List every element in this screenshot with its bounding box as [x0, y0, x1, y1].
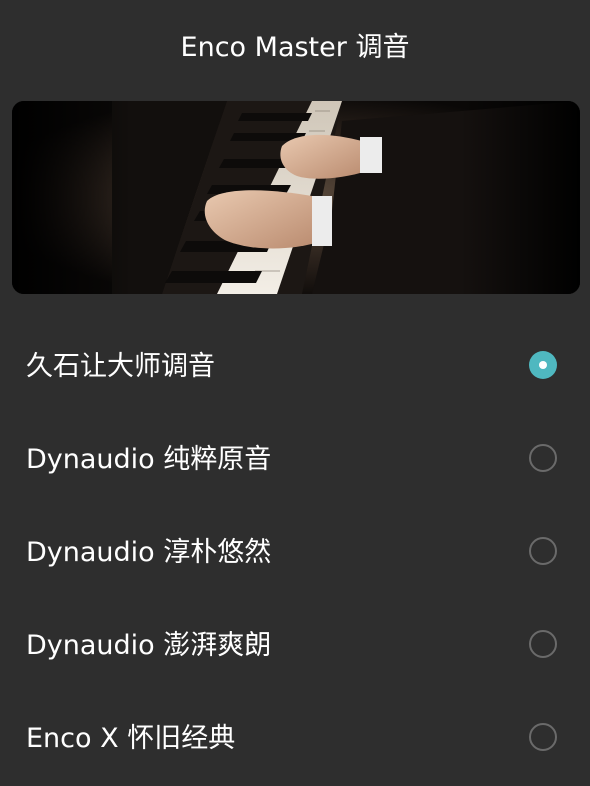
- page-title: Enco Master 调音: [180, 32, 410, 63]
- radio-unselected-icon[interactable]: [529, 723, 557, 751]
- option-label: Dynaudio 澎湃爽朗: [26, 630, 272, 661]
- option-dynaudio-bold[interactable]: Dynaudio 澎湃爽朗: [0, 599, 590, 692]
- option-dynaudio-pure[interactable]: Dynaudio 纯粹原音: [0, 413, 590, 506]
- radio-dot: [539, 361, 547, 369]
- option-enco-x-classic[interactable]: Enco X 怀旧经典: [0, 692, 590, 785]
- option-label: Dynaudio 纯粹原音: [26, 444, 272, 475]
- option-label: Dynaudio 淳朴悠然: [26, 537, 272, 568]
- radio-unselected-icon[interactable]: [529, 630, 557, 658]
- banner-image: [12, 101, 580, 294]
- radio-selected-icon[interactable]: [529, 351, 557, 379]
- option-label: Enco X 怀旧经典: [26, 723, 236, 754]
- radio-unselected-icon[interactable]: [529, 537, 557, 565]
- option-joe-hisaishi[interactable]: 久石让大师调音: [0, 320, 590, 413]
- option-dynaudio-simple[interactable]: Dynaudio 淳朴悠然: [0, 506, 590, 599]
- option-label: 久石让大师调音: [26, 351, 215, 382]
- radio-unselected-icon[interactable]: [529, 444, 557, 472]
- piano-hands-photo: [12, 101, 580, 294]
